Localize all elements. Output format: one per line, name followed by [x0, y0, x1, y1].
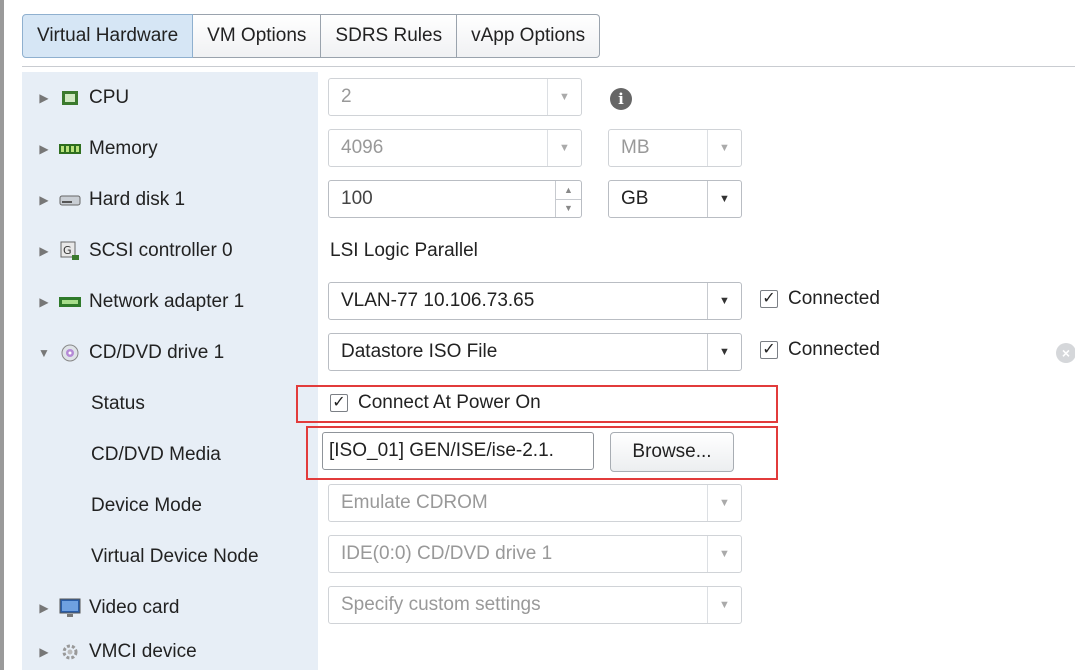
- cd-dvd-media-path-input[interactable]: [ISO_01] GEN/ISE/ise-2.1.: [322, 432, 594, 470]
- tabs-divider: [22, 66, 1075, 67]
- info-icon[interactable]: i: [610, 88, 632, 110]
- tab-vm-options[interactable]: VM Options: [193, 14, 322, 58]
- hard-disk-size-input[interactable]: 100 ▲ ▼: [328, 180, 582, 218]
- scsi-label: SCSI controller 0: [89, 239, 233, 261]
- checkbox-checked-icon[interactable]: ✓: [760, 290, 778, 308]
- hardware-row-memory: ▶ Memory: [22, 123, 318, 174]
- hardware-row-vmci: ▶ VMCI device: [22, 633, 318, 670]
- status-label: Status: [91, 392, 145, 414]
- hardware-row-network: ▶ Network adapter 1: [22, 276, 318, 327]
- chevron-down-icon: ▼: [707, 536, 741, 572]
- chevron-down-icon: ▼: [707, 334, 741, 370]
- checkbox-checked-icon[interactable]: ✓: [760, 341, 778, 359]
- vmci-label: VMCI device: [89, 640, 197, 662]
- size-spinner[interactable]: ▲ ▼: [555, 181, 581, 217]
- chevron-down-icon: ▼: [707, 181, 741, 217]
- cd-dvd-connected-checkbox[interactable]: ✓ Connected: [760, 339, 880, 361]
- hardware-value-column: 2 ▼ i 4096 ▼ MB ▼ 100 ▲ ▼ GB ▼ LSI Logic…: [296, 72, 1075, 670]
- chevron-down-icon: ▼: [547, 79, 581, 115]
- window-edge: [0, 0, 4, 670]
- cpu-label: CPU: [89, 86, 130, 108]
- hardware-row-cpu: ▶ CPU: [22, 72, 318, 123]
- expand-arrow-icon[interactable]: ▶: [34, 244, 54, 258]
- hardware-row-video-card: ▶ Video card: [22, 582, 318, 633]
- hardware-row-cd-dvd: ▼ CD/DVD drive 1: [22, 327, 318, 378]
- device-node-row: Virtual Device Node: [22, 531, 318, 582]
- spinner-down-icon[interactable]: ▼: [556, 200, 581, 218]
- cd-dvd-status-row: Status: [22, 378, 318, 429]
- cd-dvd-icon: [58, 343, 82, 363]
- media-label: CD/DVD Media: [91, 443, 221, 465]
- device-mode-select[interactable]: Emulate CDROM ▼: [328, 484, 742, 522]
- memory-select[interactable]: 4096 ▼: [328, 129, 582, 167]
- remove-device-icon[interactable]: ×: [1056, 343, 1075, 363]
- expand-arrow-icon[interactable]: ▶: [34, 193, 54, 207]
- cpu-icon: [58, 88, 82, 108]
- spinner-up-icon[interactable]: ▲: [556, 181, 581, 200]
- cpu-select[interactable]: 2 ▼: [328, 78, 582, 116]
- memory-label: Memory: [89, 137, 158, 159]
- hardware-label-column: ▶ CPU ▶ Memory ▶ Hard disk 1 ▶ G SCSI co…: [22, 72, 318, 670]
- chevron-down-icon: ▼: [707, 130, 741, 166]
- vmci-device-icon: [58, 642, 82, 662]
- expand-arrow-icon[interactable]: ▶: [34, 645, 54, 659]
- expand-arrow-icon[interactable]: ▶: [34, 91, 54, 105]
- cd-dvd-label: CD/DVD drive 1: [89, 341, 225, 363]
- browse-button[interactable]: Browse...: [610, 432, 734, 472]
- hardware-row-scsi: ▶ G SCSI controller 0: [22, 225, 318, 276]
- chevron-down-icon: ▼: [547, 130, 581, 166]
- hardware-row-hard-disk: ▶ Hard disk 1: [22, 174, 318, 225]
- device-node-label: Virtual Device Node: [91, 545, 259, 567]
- tab-vapp-options[interactable]: vApp Options: [457, 14, 601, 58]
- network-select[interactable]: VLAN-77 10.106.73.65 ▼: [328, 282, 742, 320]
- video-card-icon: [58, 598, 82, 618]
- connect-at-power-on-checkbox[interactable]: ✓ Connect At Power On: [330, 392, 541, 414]
- memory-icon: [58, 139, 82, 159]
- memory-unit-select[interactable]: MB ▼: [608, 129, 742, 167]
- video-card-label: Video card: [89, 596, 180, 618]
- device-mode-label: Device Mode: [91, 494, 202, 516]
- hard-disk-icon: [58, 190, 82, 210]
- expand-arrow-icon[interactable]: ▶: [34, 142, 54, 156]
- tab-bar: Virtual Hardware VM Options SDRS Rules v…: [22, 14, 601, 58]
- video-card-select[interactable]: Specify custom settings ▼: [328, 586, 742, 624]
- scsi-value: LSI Logic Parallel: [330, 239, 478, 261]
- tab-sdrs-rules[interactable]: SDRS Rules: [321, 14, 458, 58]
- network-label: Network adapter 1: [89, 290, 245, 312]
- device-node-select[interactable]: IDE(0:0) CD/DVD drive 1 ▼: [328, 535, 742, 573]
- chevron-down-icon: ▼: [707, 485, 741, 521]
- checkbox-checked-icon[interactable]: ✓: [330, 394, 348, 412]
- chevron-down-icon: ▼: [707, 283, 741, 319]
- collapse-arrow-icon[interactable]: ▼: [34, 346, 54, 360]
- network-connected-checkbox[interactable]: ✓ Connected: [760, 288, 880, 310]
- scsi-controller-icon: G: [58, 241, 82, 261]
- expand-arrow-icon[interactable]: ▶: [34, 295, 54, 309]
- hard-disk-unit-select[interactable]: GB ▼: [608, 180, 742, 218]
- svg-text:G: G: [63, 244, 72, 257]
- device-mode-row: Device Mode: [22, 480, 318, 531]
- cd-dvd-type-select[interactable]: Datastore ISO File ▼: [328, 333, 742, 371]
- tab-virtual-hardware[interactable]: Virtual Hardware: [22, 14, 194, 58]
- chevron-down-icon: ▼: [707, 587, 741, 623]
- cd-dvd-media-row: CD/DVD Media: [22, 429, 318, 480]
- network-adapter-icon: [58, 292, 82, 312]
- hard-disk-label: Hard disk 1: [89, 188, 186, 210]
- expand-arrow-icon[interactable]: ▶: [34, 601, 54, 615]
